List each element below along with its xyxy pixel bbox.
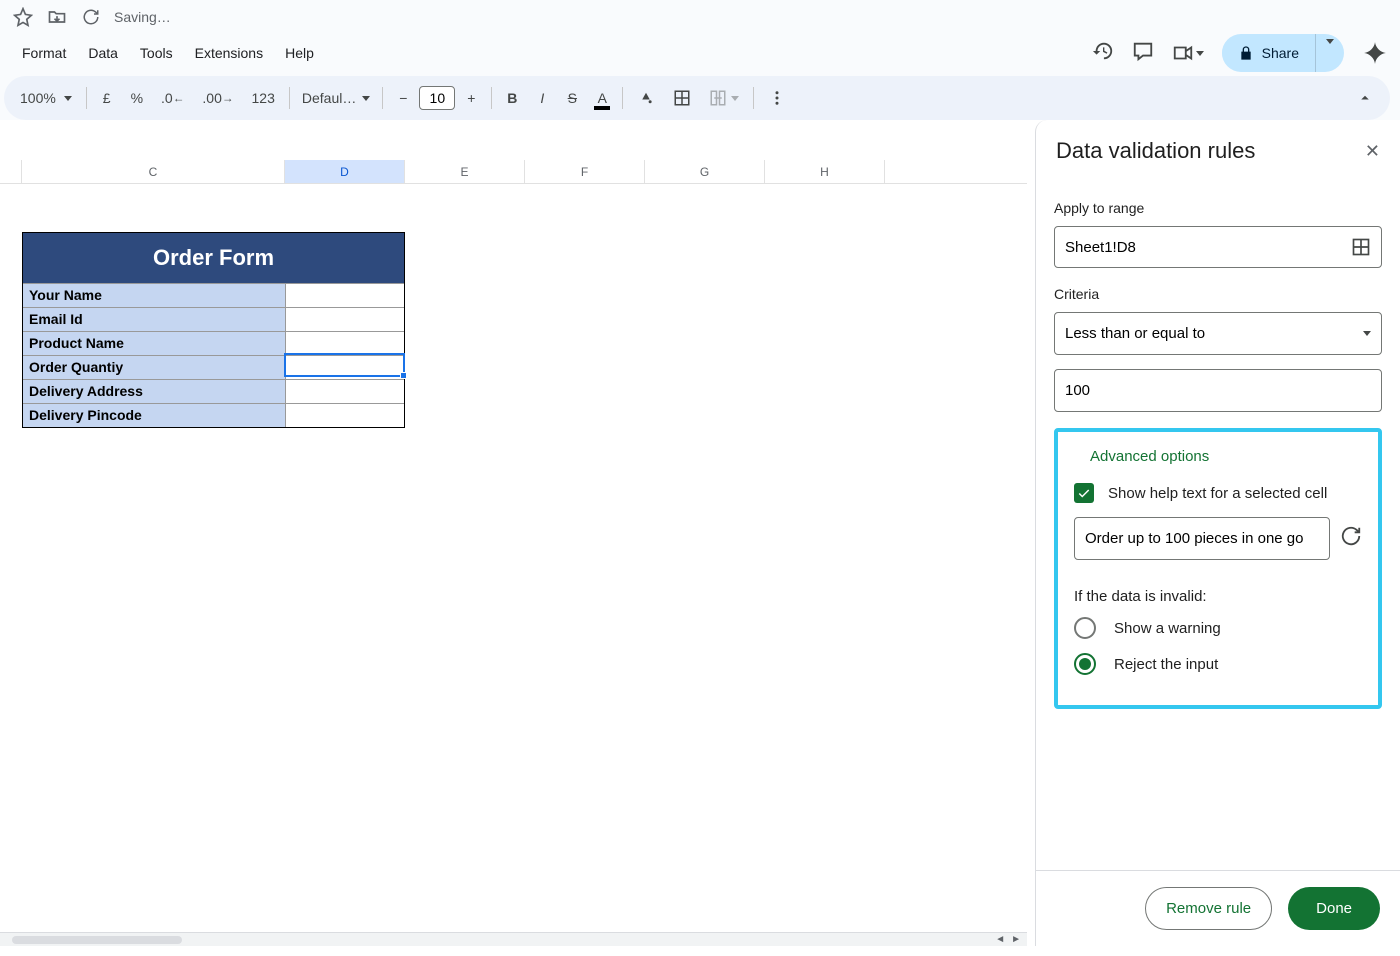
increase-font-size[interactable]: + xyxy=(457,84,485,112)
remove-rule-button[interactable]: Remove rule xyxy=(1145,887,1272,930)
close-icon[interactable]: ✕ xyxy=(1365,141,1380,162)
fill-color-button[interactable] xyxy=(629,83,663,113)
col-header-f[interactable]: F xyxy=(525,160,645,183)
help-text-checkbox[interactable] xyxy=(1074,483,1094,503)
advanced-options-title: Advanced options xyxy=(1090,448,1362,465)
range-input[interactable] xyxy=(1065,239,1343,256)
font-size-input[interactable] xyxy=(419,86,455,110)
label-email: Email Id xyxy=(23,307,285,331)
radio-warning-label: Show a warning xyxy=(1114,620,1221,637)
menu-help[interactable]: Help xyxy=(275,39,324,67)
criteria-dropdown[interactable]: Less than or equal to xyxy=(1054,312,1382,355)
cell-quantity[interactable] xyxy=(285,355,404,379)
spreadsheet-area[interactable]: C D E F G H Order Form Your Name Email I… xyxy=(0,120,1027,946)
merge-cells-button[interactable] xyxy=(701,83,747,113)
range-input-wrapper[interactable] xyxy=(1054,226,1382,268)
menu-data[interactable]: Data xyxy=(78,39,128,67)
select-range-icon[interactable] xyxy=(1351,237,1371,257)
col-header-h[interactable]: H xyxy=(765,160,885,183)
chevron-down-icon xyxy=(1363,331,1371,336)
star-icon[interactable] xyxy=(12,6,34,28)
radio-reject-label: Reject the input xyxy=(1114,656,1218,673)
menu-bar: Format Data Tools Extensions Help xyxy=(12,35,324,71)
cell-product[interactable] xyxy=(285,331,404,355)
decrease-font-size[interactable]: − xyxy=(389,84,417,112)
criteria-label: Criteria xyxy=(1054,286,1382,302)
cell-name[interactable] xyxy=(285,283,404,307)
column-headers: C D E F G H xyxy=(0,160,1027,184)
font-selector[interactable]: Defaul… xyxy=(296,86,376,110)
comment-icon[interactable] xyxy=(1132,40,1154,67)
col-header-c[interactable]: C xyxy=(22,160,285,183)
scroll-left-icon[interactable]: ◄ xyxy=(993,934,1007,945)
menu-extensions[interactable]: Extensions xyxy=(185,39,273,67)
history-icon[interactable] xyxy=(1092,40,1114,67)
more-formats[interactable]: 123 xyxy=(244,84,283,112)
label-product: Product Name xyxy=(23,331,285,355)
borders-button[interactable] xyxy=(665,83,699,113)
move-folder-icon[interactable] xyxy=(46,6,68,28)
scroll-right-icon[interactable]: ► xyxy=(1009,934,1023,945)
col-header-d[interactable]: D xyxy=(285,160,405,183)
cell-pincode[interactable] xyxy=(285,403,404,427)
radio-show-warning[interactable] xyxy=(1074,617,1096,639)
order-form-title: Order Form xyxy=(23,233,404,283)
increase-decimal[interactable]: .00→ xyxy=(194,84,241,112)
radio-reject-input[interactable] xyxy=(1074,653,1096,675)
criteria-value: Less than or equal to xyxy=(1065,325,1205,342)
apply-range-label: Apply to range xyxy=(1054,200,1382,216)
cloud-status-icon[interactable] xyxy=(80,6,102,28)
menu-tools[interactable]: Tools xyxy=(130,39,183,67)
zoom-selector[interactable]: 100% xyxy=(12,84,80,112)
criteria-value-input[interactable] xyxy=(1054,369,1382,412)
menu-format[interactable]: Format xyxy=(12,39,76,67)
label-name: Your Name xyxy=(23,283,285,307)
advanced-options-box: Advanced options Show help text for a se… xyxy=(1054,428,1382,709)
title-bar: Saving… xyxy=(0,0,1400,34)
help-text-input[interactable] xyxy=(1074,517,1330,560)
share-button[interactable]: Share xyxy=(1222,35,1315,71)
toolbar: 100% £ % .0← .00→ 123 Defaul… − + B I S … xyxy=(4,76,1390,120)
decrease-decimal[interactable]: .0← xyxy=(153,84,192,112)
percent-format[interactable]: % xyxy=(123,84,151,112)
meet-icon[interactable] xyxy=(1172,42,1204,64)
col-header-e[interactable]: E xyxy=(405,160,525,183)
done-button[interactable]: Done xyxy=(1288,887,1380,930)
gemini-icon[interactable] xyxy=(1362,40,1388,66)
strikethrough-button[interactable]: S xyxy=(558,84,586,112)
more-toolbar-button[interactable] xyxy=(760,83,794,113)
data-validation-sidebar: Data validation rules ✕ Apply to range C… xyxy=(1035,120,1400,946)
collapse-toolbar-button[interactable] xyxy=(1348,83,1382,113)
cell-address[interactable] xyxy=(285,379,404,403)
col-header-g[interactable]: G xyxy=(645,160,765,183)
share-label: Share xyxy=(1262,45,1299,61)
share-dropdown[interactable] xyxy=(1315,34,1344,72)
label-pincode: Delivery Pincode xyxy=(23,403,285,427)
label-address: Delivery Address xyxy=(23,379,285,403)
order-form-table: Order Form Your Name Email Id Product Na… xyxy=(22,232,405,428)
invalid-data-label: If the data is invalid: xyxy=(1074,588,1362,605)
bold-button[interactable]: B xyxy=(498,84,526,112)
scroll-thumb[interactable] xyxy=(12,936,182,944)
saving-status: Saving… xyxy=(114,9,171,25)
sidebar-title: Data validation rules xyxy=(1056,138,1255,164)
text-color-button[interactable]: A xyxy=(588,84,616,112)
horizontal-scrollbar[interactable]: ◄► xyxy=(0,932,1027,946)
cell-email[interactable] xyxy=(285,307,404,331)
help-text-checkbox-label: Show help text for a selected cell xyxy=(1108,485,1327,502)
label-quantity: Order Quantiy xyxy=(23,355,285,379)
italic-button[interactable]: I xyxy=(528,84,556,112)
currency-format[interactable]: £ xyxy=(93,84,121,112)
reset-help-text-icon[interactable] xyxy=(1340,525,1362,552)
